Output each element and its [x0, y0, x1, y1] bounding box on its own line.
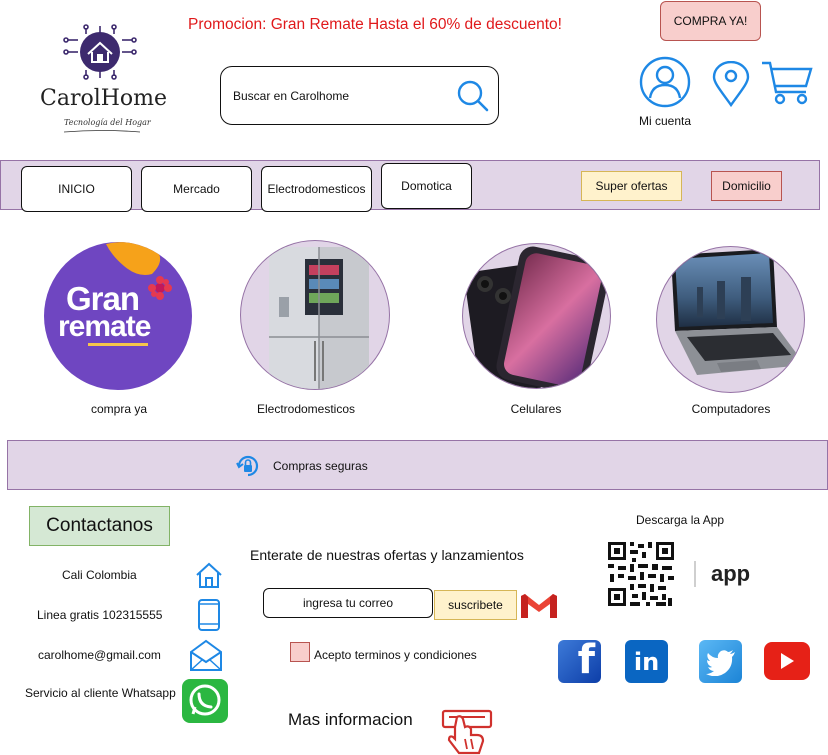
envelope-icon — [190, 639, 222, 671]
whatsapp-icon[interactable] — [181, 678, 229, 724]
main-nav-bar: INICIO Mercado Electrodomesticos Domotic… — [0, 160, 820, 212]
carolhome-logo[interactable]: CarolHome Tecnología del Hogar — [22, 24, 180, 152]
location-pin-icon[interactable] — [711, 61, 751, 107]
refrigerator-icon — [269, 247, 369, 389]
brand-name: CarolHome — [40, 86, 168, 111]
terms-label[interactable]: Acepto terminos y condiciones — [314, 648, 477, 662]
category-celulares-image[interactable] — [462, 243, 611, 389]
nav-item-inicio[interactable]: INICIO — [21, 166, 132, 212]
delivery-button[interactable]: Domicilio — [711, 171, 782, 201]
flower-icon — [148, 276, 172, 300]
category-gran-remate-image[interactable]: Gran remate — [44, 242, 192, 390]
category-label-electrodomesticos[interactable]: Electrodomesticos — [236, 402, 376, 416]
subscribe-button[interactable]: suscribete — [434, 590, 517, 620]
nav-item-electrodomesticos[interactable]: Electrodomesticos — [261, 166, 372, 212]
home-icon — [196, 562, 222, 588]
linkedin-icon[interactable]: in — [625, 640, 668, 683]
contact-city: Cali Colombia — [62, 568, 137, 582]
newsletter-title: Enterate de nuestras ofertas y lanzamien… — [250, 547, 524, 563]
contact-title: Contactanos — [29, 506, 170, 546]
contact-whatsapp-label: Servicio al cliente Whatsapp — [25, 686, 176, 700]
super-offers-button[interactable]: Super ofertas — [581, 171, 682, 201]
brand-tagline: Tecnología del Hogar — [64, 118, 151, 127]
secure-purchases-label: Compras seguras — [273, 459, 368, 473]
smartphone-icon — [465, 246, 610, 388]
category-label-computadores[interactable]: Computadores — [661, 402, 801, 416]
app-download-title: Descarga la App — [636, 513, 725, 527]
category-computadores-image[interactable] — [656, 246, 805, 393]
twitter-icon[interactable] — [699, 640, 742, 683]
shopping-cart-icon[interactable] — [760, 60, 814, 106]
secure-lock-icon — [236, 455, 259, 477]
gmail-icon — [521, 594, 557, 618]
search-icon[interactable] — [456, 79, 490, 113]
contact-phone-line: Linea gratis 102315555 — [37, 608, 163, 622]
phone-icon — [198, 599, 220, 631]
account-label[interactable]: Mi cuenta — [639, 114, 691, 128]
laptop-icon — [671, 249, 804, 375]
promo-banner-text: Promocion: Gran Remate Hasta el 60% de d… — [188, 16, 562, 33]
tagline-underline — [63, 130, 141, 133]
contact-email[interactable]: carolhome@gmail.com — [38, 648, 161, 662]
nav-item-domotica[interactable]: Domotica — [381, 163, 472, 209]
app-word[interactable]: app — [711, 561, 750, 587]
nav-item-mercado[interactable]: Mercado — [141, 166, 252, 212]
youtube-icon[interactable] — [764, 642, 810, 680]
terms-checkbox[interactable] — [290, 642, 310, 662]
secure-purchases-band — [7, 440, 828, 490]
bird-icon — [705, 649, 735, 676]
search-box[interactable]: Buscar en Carolhome — [220, 66, 499, 125]
buy-now-button[interactable]: COMPRA YA! — [660, 1, 761, 41]
category-electrodomesticos-image[interactable] — [240, 240, 390, 390]
more-info-label[interactable]: Mas informacion — [288, 710, 413, 730]
click-hand-icon[interactable] — [441, 709, 493, 755]
category-label-compra-ya[interactable]: compra ya — [49, 402, 189, 416]
facebook-icon[interactable]: f — [558, 637, 601, 683]
user-account-icon[interactable] — [638, 55, 692, 109]
play-icon — [781, 653, 794, 669]
search-placeholder: Buscar en Carolhome — [233, 89, 350, 103]
category-label-celulares[interactable]: Celulares — [466, 402, 606, 416]
remate-text: remate — [58, 310, 151, 343]
newsletter-email-input[interactable]: ingresa tu correo — [263, 588, 433, 618]
app-divider — [694, 561, 696, 587]
qr-code-icon[interactable] — [606, 540, 676, 608]
